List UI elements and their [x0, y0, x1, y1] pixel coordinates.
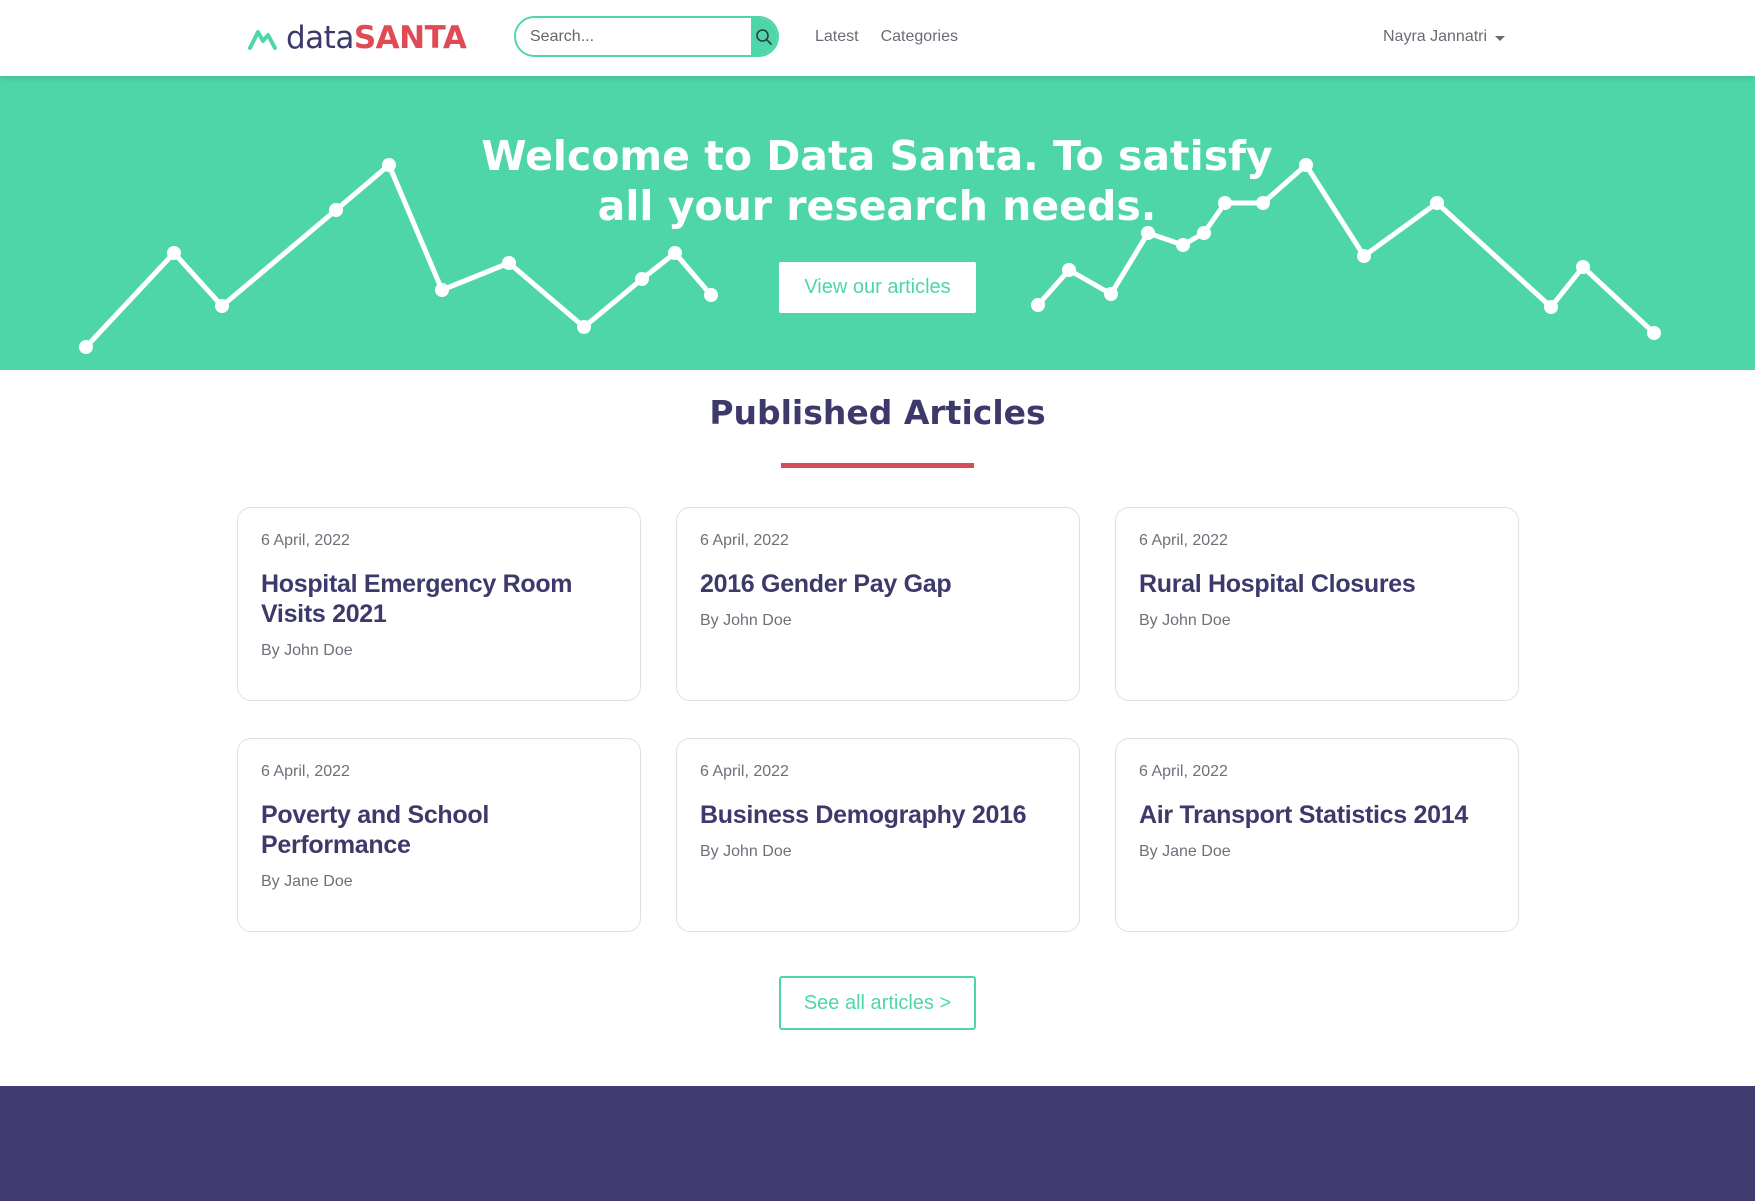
- article-author: By John Doe: [261, 642, 353, 659]
- search-input[interactable]: [516, 18, 751, 55]
- user-menu[interactable]: Nayra Jannatri: [1383, 28, 1506, 46]
- logo[interactable]: dataSANTA: [248, 20, 467, 56]
- article-title[interactable]: Poverty and School Performance: [261, 800, 617, 860]
- article-title[interactable]: Rural Hospital Closures: [1139, 569, 1495, 599]
- article-author: By John Doe: [700, 843, 792, 860]
- view-articles-button[interactable]: View our articles: [779, 262, 976, 313]
- article-author: By Jane Doe: [1139, 843, 1231, 860]
- line-chart-logo-icon: [248, 30, 277, 50]
- section-underline: [781, 463, 974, 468]
- user-name: Nayra Jannatri: [1383, 28, 1488, 45]
- article-author: By John Doe: [1139, 612, 1231, 629]
- article-card[interactable]: 6 April, 2022 2016 Gender Pay Gap By Joh…: [676, 507, 1080, 701]
- search-button[interactable]: [751, 18, 777, 55]
- article-card[interactable]: 6 April, 2022 Air Transport Statistics 2…: [1115, 738, 1519, 932]
- nav-links: Latest Categories: [815, 28, 958, 46]
- search-bar: [514, 16, 779, 57]
- logo-suffix: SANTA: [353, 20, 467, 56]
- article-author: By Jane Doe: [261, 873, 353, 890]
- article-date: 6 April, 2022: [1139, 532, 1228, 549]
- navbar: dataSANTA Latest Categories Nayra Jannat…: [0, 0, 1755, 76]
- article-card[interactable]: 6 April, 2022 Rural Hospital Closures By…: [1115, 507, 1519, 701]
- article-title[interactable]: Hospital Emergency Room Visits 2021: [261, 569, 617, 629]
- nav-link-latest[interactable]: Latest: [815, 28, 859, 46]
- article-card[interactable]: 6 April, 2022 Poverty and School Perform…: [237, 738, 641, 932]
- article-date: 6 April, 2022: [700, 763, 789, 780]
- article-date: 6 April, 2022: [700, 532, 789, 549]
- hero-title: Welcome to Data Santa. To satisfy all yo…: [481, 132, 1273, 230]
- search-icon: [756, 28, 772, 45]
- article-card[interactable]: 6 April, 2022 Business Demography 2016 B…: [676, 738, 1080, 932]
- see-all-articles-button[interactable]: See all articles >: [779, 976, 976, 1030]
- footer: [0, 1086, 1755, 1201]
- article-title[interactable]: 2016 Gender Pay Gap: [700, 569, 1056, 599]
- logo-prefix: data: [286, 20, 354, 56]
- section-title: Published Articles: [709, 393, 1046, 432]
- logo-text: dataSANTA: [286, 20, 467, 56]
- article-card[interactable]: 6 April, 2022 Hospital Emergency Room Vi…: [237, 507, 641, 701]
- article-date: 6 April, 2022: [1139, 763, 1228, 780]
- article-date: 6 April, 2022: [261, 532, 350, 549]
- article-title[interactable]: Air Transport Statistics 2014: [1139, 800, 1495, 830]
- hero-banner: Welcome to Data Santa. To satisfy all yo…: [0, 76, 1755, 370]
- article-author: By John Doe: [700, 612, 792, 629]
- nav-link-categories[interactable]: Categories: [881, 28, 958, 46]
- article-date: 6 April, 2022: [261, 763, 350, 780]
- article-title[interactable]: Business Demography 2016: [700, 800, 1056, 830]
- caret-down-icon: [1495, 35, 1506, 41]
